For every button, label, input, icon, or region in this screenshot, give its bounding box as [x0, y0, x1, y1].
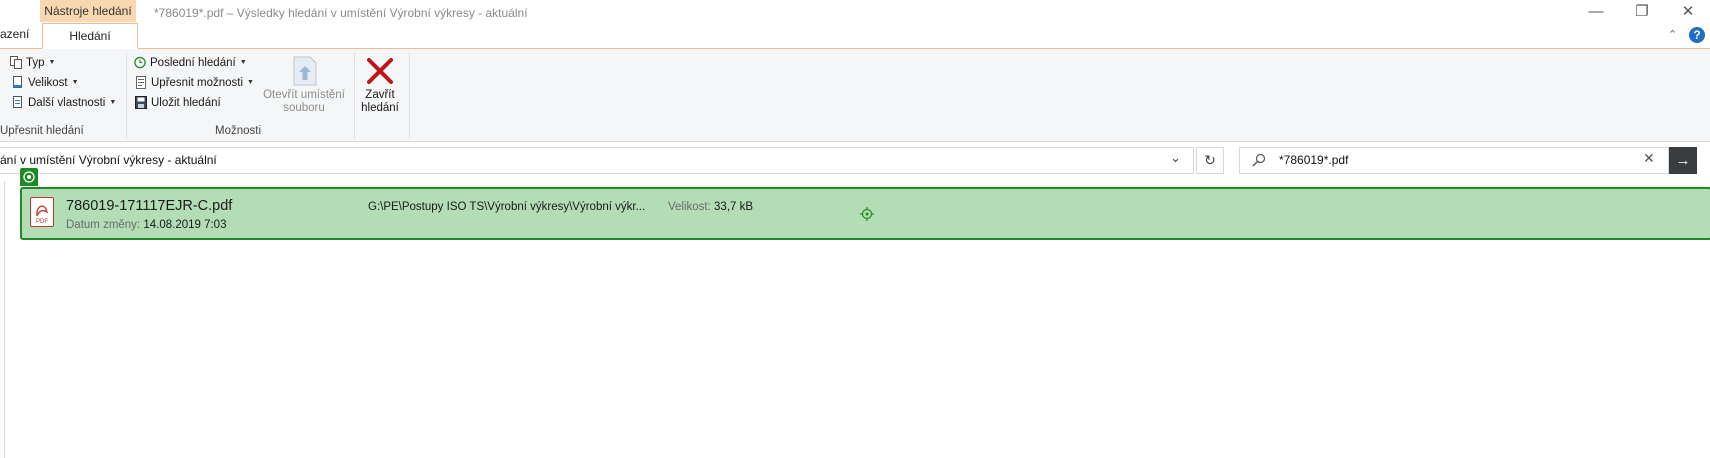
file-date: Datum změny: 14.08.2019 7:03 [66, 219, 226, 231]
search-icon [1252, 153, 1266, 167]
caret-down-icon: ▼ [109, 99, 117, 106]
address-text[interactable]: ání v umístění Výrobní výkresy - aktuáln… [0, 153, 217, 167]
tab-partial[interactable]: azení [0, 27, 29, 41]
close-search-label-1: Zavřít [365, 89, 395, 101]
recent-searches-label: Poslední hledání [150, 56, 236, 69]
options-group-label: Možnosti [215, 125, 262, 137]
ribbon-separator [126, 53, 127, 139]
size-value: 33,7 kB [714, 201, 754, 213]
type-button[interactable]: Typ ▼ [10, 56, 55, 69]
close-search-button[interactable]: Zavřít hledání [358, 56, 402, 115]
open-location-label-1: Otevřít umístění [263, 89, 345, 101]
context-tab-search-tools[interactable]: Nástroje hledání [40, 0, 136, 22]
date-value: 14.08.2019 7:03 [143, 219, 227, 231]
open-location-label-2: souboru [283, 102, 325, 114]
file-name[interactable]: 786019-171117EJR-C.pdf [66, 198, 232, 214]
save-search-button[interactable]: Uložit hledání [135, 96, 221, 109]
window-title: *786019*.pdf – Výsledky hledání v umístě… [154, 6, 528, 20]
ribbon-separator [354, 53, 355, 139]
size-label: Velikost [28, 76, 68, 89]
size-icon [13, 76, 22, 88]
open-location-icon [293, 56, 317, 86]
caret-down-icon: ▼ [71, 79, 79, 86]
crosshair-icon [860, 207, 874, 221]
ribbon-separator [409, 53, 410, 139]
location-marker [20, 168, 38, 186]
chevron-down-icon[interactable]: ⌄ [1170, 150, 1181, 166]
file-path: G:\PE\Postupy ISO TS\Výrobní výkresy\Výr… [368, 201, 646, 213]
size-button[interactable]: Velikost ▼ [12, 76, 79, 89]
file-size: Velikost: 33,7 kB [668, 201, 753, 213]
close-x-icon [367, 58, 393, 84]
svg-text:PDF: PDF [36, 219, 48, 225]
target-icon [23, 171, 35, 183]
other-properties-label: Další vlastnosti [28, 96, 106, 109]
type-label: Typ [26, 56, 45, 69]
tab-search[interactable]: Hledání [42, 23, 138, 49]
advanced-options-icon [136, 76, 146, 89]
size-label: Velikost: [668, 201, 711, 213]
clear-icon[interactable]: ✕ [1643, 150, 1655, 167]
recent-searches-icon [134, 56, 146, 69]
close-search-label-2: hledání [361, 102, 399, 114]
close-icon[interactable]: ✕ [1665, 0, 1710, 24]
save-search-label: Uložit hledání [151, 96, 221, 109]
properties-icon [13, 96, 22, 108]
search-input[interactable]: *786019*.pdf [1279, 153, 1348, 167]
caret-down-icon: ▼ [48, 59, 56, 66]
type-icon [10, 56, 22, 69]
ribbon-tab-row [0, 24, 1710, 49]
chevron-up-icon[interactable]: ⌃ [1668, 28, 1677, 41]
advanced-options-label: Upřesnit možnosti [151, 76, 244, 89]
refresh-icon[interactable]: ↻ [1196, 147, 1224, 174]
refine-group-label: Upřesnit hledání [0, 125, 84, 137]
advanced-options-button[interactable]: Upřesnit možnosti ▼ [135, 76, 254, 89]
minimize-icon[interactable]: — [1573, 0, 1619, 24]
save-disk-icon [135, 96, 147, 109]
date-label: Datum změny: [66, 219, 141, 231]
navigation-pane-edge[interactable] [0, 181, 5, 458]
restore-icon[interactable]: ❐ [1619, 0, 1665, 24]
help-icon[interactable]: ? [1689, 27, 1705, 43]
open-file-location-button[interactable]: Otevřít umístění souboru [262, 56, 346, 115]
recent-searches-button[interactable]: Poslední hledání ▼ [134, 56, 247, 69]
arrow-right-icon[interactable]: → [1669, 147, 1697, 174]
caret-down-icon: ▼ [239, 59, 247, 66]
other-properties-button[interactable]: Další vlastnosti ▼ [12, 96, 116, 109]
caret-down-icon: ▼ [247, 79, 254, 86]
pdf-file-icon: PDF [30, 197, 54, 227]
